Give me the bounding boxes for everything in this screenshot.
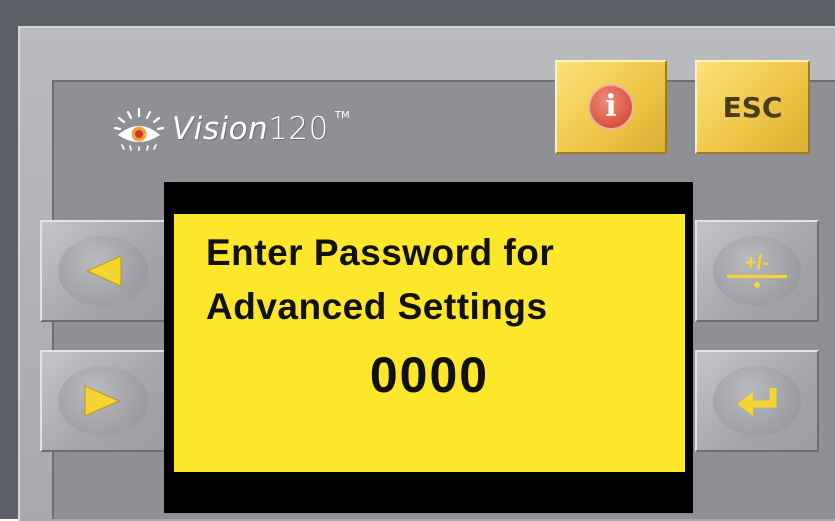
plc-device: Vision120 TM i ESC +/- Enter Password fo… xyxy=(0,0,835,521)
divide-bar xyxy=(726,275,787,279)
info-glyph: i xyxy=(605,89,617,124)
info-button[interactable]: i xyxy=(555,60,667,154)
enter-button[interactable] xyxy=(695,350,819,452)
eye-icon xyxy=(113,107,165,151)
lcd-screen: Enter Password for Advanced Settings 000… xyxy=(174,214,685,472)
vision-logo: Vision120 TM xyxy=(112,104,350,154)
enter-return-icon xyxy=(736,387,777,416)
left-arrow-key-cap xyxy=(57,235,149,307)
plus-minus-label: +/- xyxy=(745,252,769,275)
right-arrow-button[interactable] xyxy=(40,350,166,452)
esc-button[interactable]: ESC xyxy=(695,60,810,154)
brand-name: Vision120 xyxy=(172,111,329,147)
enter-key-cap xyxy=(712,365,802,437)
divide-dot xyxy=(753,282,760,289)
brand-model: 120 xyxy=(268,111,329,147)
lcd-prompt-line-2: Advanced Settings xyxy=(206,286,548,327)
right-arrow-icon xyxy=(84,385,121,417)
left-arrow-icon xyxy=(85,255,122,287)
left-arrow-button[interactable] xyxy=(40,220,166,322)
password-value[interactable]: 0000 xyxy=(174,346,685,404)
plus-minus-icon: +/- xyxy=(726,252,787,289)
plus-minus-key-cap: +/- xyxy=(712,235,802,307)
trademark-mark: TM xyxy=(334,109,350,121)
right-arrow-key-cap xyxy=(57,365,149,437)
esc-label: ESC xyxy=(722,90,783,124)
info-icon: i xyxy=(590,86,632,128)
lcd-prompt-line-1: Enter Password for xyxy=(206,232,555,273)
